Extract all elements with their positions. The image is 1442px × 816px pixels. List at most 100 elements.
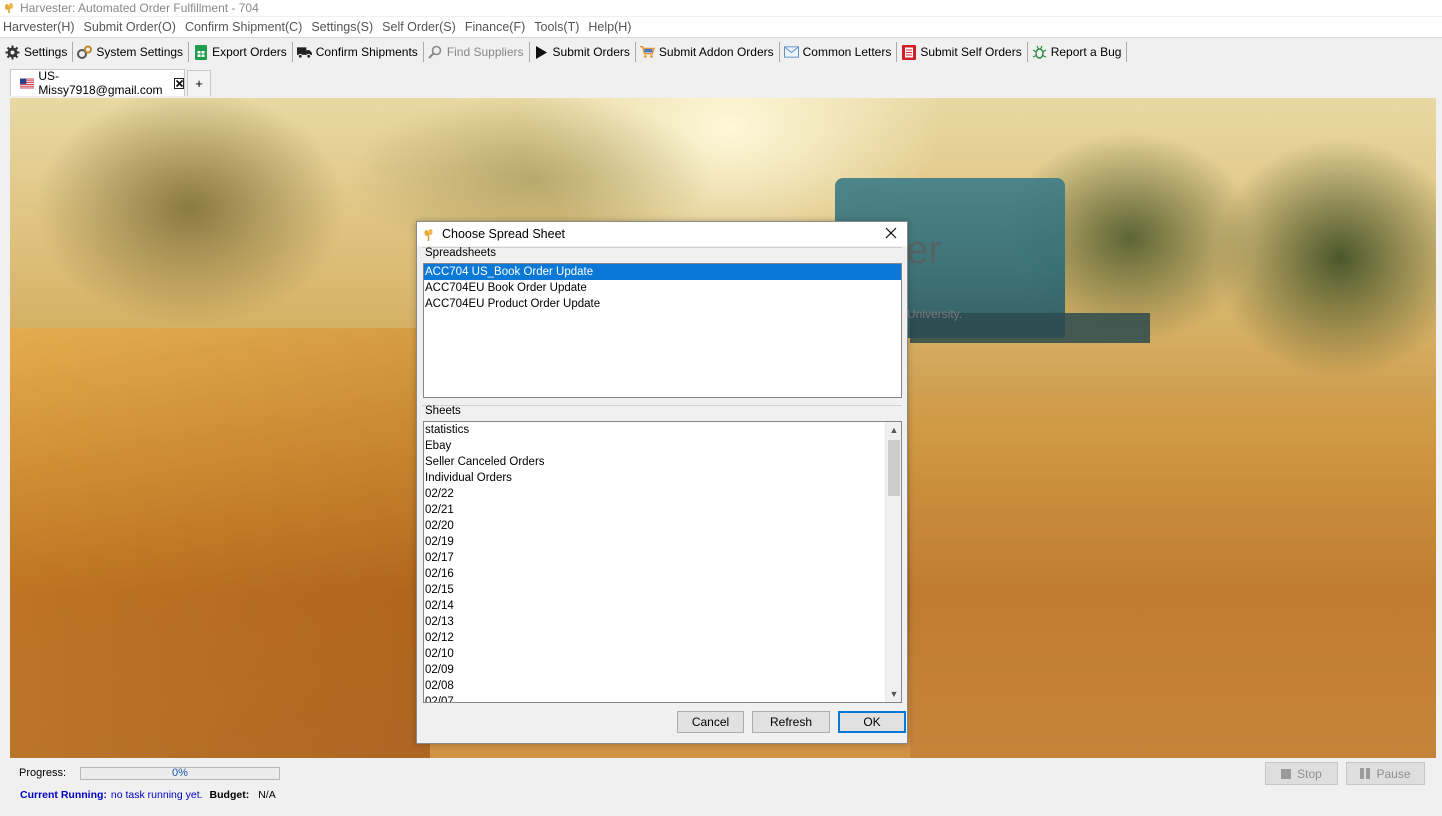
pause-button[interactable]: Pause (1346, 762, 1425, 785)
confirm-shipments-label: Confirm Shipments (315, 45, 418, 59)
tab-account[interactable]: US-Missy7918@gmail.com (10, 69, 185, 97)
sheets-scrollbar[interactable]: ▲ ▼ (885, 422, 901, 702)
submit-self-orders-label: Submit Self Orders (920, 45, 1022, 59)
list-item[interactable]: 02/16 (424, 566, 901, 582)
tab-strip: US-Missy7918@gmail.com + (0, 68, 1442, 97)
harvester-logo-icon (424, 228, 433, 241)
spreadsheets-list[interactable]: ACC704 US_Book Order Update ACC704EU Boo… (423, 263, 902, 398)
stop-button[interactable]: Stop (1265, 762, 1338, 785)
list-item[interactable]: 02/20 (424, 518, 901, 534)
toolbar-separator (72, 42, 74, 62)
settings-label: Settings (24, 45, 68, 59)
menu-settings[interactable]: Settings(S) (311, 20, 373, 34)
sheets-list[interactable]: statistics Ebay Seller Canceled Orders I… (423, 421, 902, 703)
progress-bar: 0% (80, 767, 280, 780)
report-bug-label: Report a Bug (1050, 45, 1122, 59)
sheets-label: Sheets (425, 405, 461, 417)
close-icon[interactable] (173, 77, 184, 89)
system-settings-button[interactable]: System Settings (74, 41, 187, 63)
report-bug-button[interactable]: Report a Bug (1029, 41, 1126, 63)
scrollbar-thumb[interactable] (888, 440, 900, 496)
list-item[interactable]: statistics (424, 422, 901, 438)
gears-icon (77, 45, 93, 60)
settings-button[interactable]: Settings (2, 41, 71, 63)
submit-orders-button[interactable]: Submit Orders (531, 41, 634, 63)
budget-value: N/A (258, 789, 276, 801)
progress-label: Progress: (19, 767, 67, 779)
cart-icon (639, 45, 655, 60)
toolbar-separator (528, 42, 530, 62)
spreadsheet-icon (193, 44, 208, 60)
menu-self-order[interactable]: Self Order(S) (382, 20, 456, 34)
receipt-icon (901, 44, 916, 60)
list-item[interactable]: Seller Canceled Orders (424, 454, 901, 470)
common-letters-button[interactable]: Common Letters (781, 41, 896, 63)
stop-icon (1281, 768, 1292, 779)
progress-percent: 0% (172, 767, 188, 779)
budget-label: Budget: (209, 789, 250, 801)
menu-confirm-shipment[interactable]: Confirm Shipment(C) (185, 20, 302, 34)
find-suppliers-button[interactable]: Find Suppliers (425, 41, 528, 63)
list-item[interactable]: 02/21 (424, 502, 901, 518)
confirm-shipments-button[interactable]: Confirm Shipments (294, 41, 422, 63)
submit-orders-label: Submit Orders (552, 45, 630, 59)
sheets-divider (422, 405, 902, 406)
list-item[interactable]: 02/17 (424, 550, 901, 566)
toolbar: Settings System Settings Export Orders C… (0, 40, 1442, 64)
menu-harvester[interactable]: Harvester(H) (3, 20, 75, 34)
list-item[interactable]: 02/07 (424, 694, 901, 702)
toolbar-separator (188, 42, 190, 62)
list-item[interactable]: 02/15 (424, 582, 901, 598)
envelope-icon (783, 45, 799, 60)
list-item[interactable]: 02/19 (424, 534, 901, 550)
export-orders-label: Export Orders (212, 45, 287, 59)
list-item[interactable]: ACC704EU Book Order Update (424, 280, 901, 296)
list-item[interactable]: 02/10 (424, 646, 901, 662)
add-tab-button[interactable]: + (187, 70, 211, 96)
menu-submit-order[interactable]: Submit Order(O) (84, 20, 176, 34)
background-field-right (910, 398, 1436, 758)
bug-icon (1032, 45, 1047, 60)
scroll-down-icon[interactable]: ▼ (886, 686, 901, 702)
pause-label: Pause (1376, 766, 1411, 781)
list-item[interactable]: 02/13 (424, 614, 901, 630)
pause-icon (1360, 768, 1371, 779)
menu-finance[interactable]: Finance(F) (465, 20, 525, 34)
list-item[interactable]: ACC704 US_Book Order Update (424, 264, 901, 280)
list-item[interactable]: ACC704EU Product Order Update (424, 296, 901, 312)
gear-icon (5, 45, 20, 60)
submit-addon-orders-button[interactable]: Submit Addon Orders (637, 41, 778, 63)
list-item[interactable]: 02/14 (424, 598, 901, 614)
title-bar: Harvester: Automated Order Fulfillment -… (0, 0, 1442, 16)
find-suppliers-label: Find Suppliers (446, 45, 524, 59)
harvester-logo-icon (5, 3, 13, 13)
ok-button[interactable]: OK (838, 711, 906, 733)
choose-spreadsheet-dialog: Choose Spread Sheet Spreadsheets ACC704 … (416, 221, 908, 744)
toolbar-separator (1126, 42, 1128, 62)
menu-bar: Harvester(H) Submit Order(O) Confirm Shi… (0, 17, 1442, 37)
dialog-title-bar: Choose Spread Sheet (417, 222, 907, 246)
list-item[interactable]: Individual Orders (424, 470, 901, 486)
submit-addon-orders-label: Submit Addon Orders (658, 45, 774, 59)
toolbar-separator (634, 42, 636, 62)
menu-divider (0, 37, 1442, 38)
dialog-close-icon[interactable] (883, 225, 899, 241)
export-orders-button[interactable]: Export Orders (190, 41, 291, 63)
cancel-button[interactable]: Cancel (677, 711, 744, 733)
scroll-up-icon[interactable]: ▲ (886, 422, 901, 438)
list-item[interactable]: Ebay (424, 438, 901, 454)
menu-help[interactable]: Help(H) (588, 20, 631, 34)
toolbar-separator (422, 42, 424, 62)
toolbar-separator (1026, 42, 1028, 62)
dialog-title: Choose Spread Sheet (442, 227, 566, 241)
menu-tools[interactable]: Tools(T) (534, 20, 579, 34)
list-item[interactable]: 02/22 (424, 486, 901, 502)
system-settings-label: System Settings (96, 45, 184, 59)
list-item[interactable]: 02/09 (424, 662, 901, 678)
tab-account-label: US-Missy7918@gmail.com (38, 69, 163, 97)
list-item[interactable]: 02/12 (424, 630, 901, 646)
stop-label: Stop (1297, 766, 1322, 781)
list-item[interactable]: 02/08 (424, 678, 901, 694)
submit-self-orders-button[interactable]: Submit Self Orders (898, 41, 1025, 63)
refresh-button[interactable]: Refresh (752, 711, 830, 733)
